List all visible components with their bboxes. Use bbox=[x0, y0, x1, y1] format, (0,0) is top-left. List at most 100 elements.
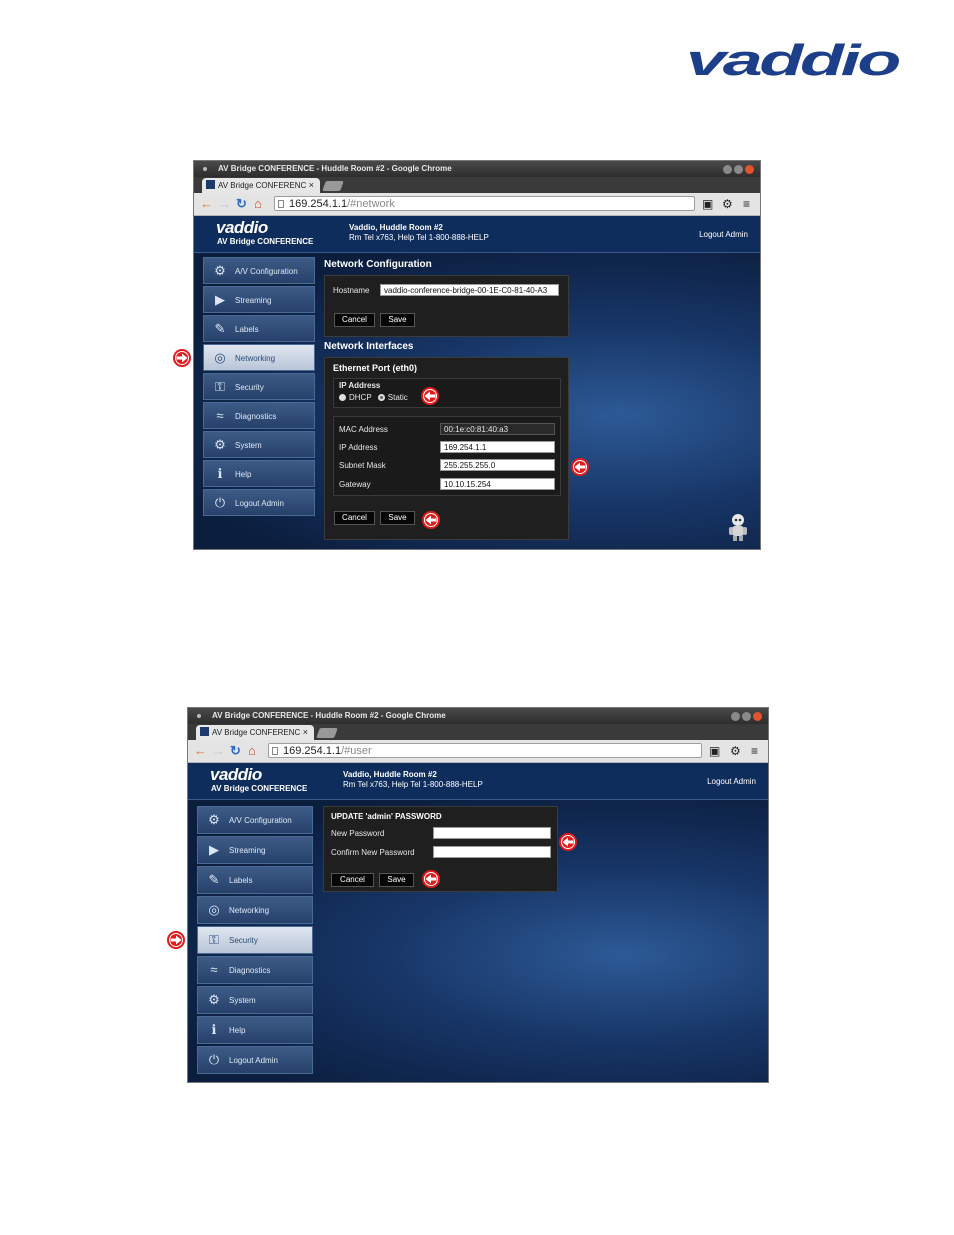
confirm-password-input[interactable] bbox=[433, 846, 551, 858]
extension-icon[interactable]: ▣ bbox=[702, 196, 713, 212]
password-cancel-button[interactable]: Cancel bbox=[331, 873, 374, 887]
network-interfaces-cancel-button[interactable]: Cancel bbox=[334, 511, 375, 525]
sidebar-item-label: Help bbox=[229, 1026, 246, 1035]
ip-mode-radios: DHCP Static bbox=[339, 393, 408, 402]
address-bar[interactable]: 169.254.1.1/#user bbox=[268, 743, 702, 758]
tab-close-icon[interactable]: × bbox=[309, 178, 314, 193]
sidebar-item-label: Logout Admin bbox=[235, 499, 284, 508]
menu-icon[interactable]: ≡ bbox=[751, 743, 758, 759]
sidebar-item-label: Diagnostics bbox=[229, 966, 271, 975]
security-icon: ⚿ bbox=[215, 379, 225, 394]
network-config-save-button[interactable]: Save bbox=[380, 313, 415, 327]
close-window-icon[interactable] bbox=[753, 712, 762, 721]
sidebar-item-streaming[interactable]: ▶ Streaming bbox=[197, 836, 313, 864]
address-bar[interactable]: 169.254.1.1/#network bbox=[274, 196, 695, 211]
browser-tab[interactable]: AV Bridge CONFERENC × bbox=[196, 725, 314, 740]
gear-icon[interactable]: ⚙ bbox=[730, 743, 741, 759]
reload-icon[interactable]: ↻ bbox=[236, 196, 247, 212]
diagnostics-icon: ≈ bbox=[210, 962, 218, 977]
window-menu-icon[interactable] bbox=[203, 167, 207, 171]
sidebar-item-security[interactable]: ⚿ Security bbox=[203, 373, 315, 400]
gateway-input[interactable]: 10.10.15.254 bbox=[440, 478, 555, 490]
sidebar-item-labels[interactable]: ✎ Labels bbox=[197, 866, 313, 894]
forward-arrow-icon[interactable]: → bbox=[218, 196, 231, 212]
home-icon[interactable]: ⌂ bbox=[254, 196, 262, 212]
sidebar-item-logout[interactable]: ⏻ Logout Admin bbox=[197, 1046, 313, 1074]
ip-address-group: IP Address DHCP Static bbox=[333, 378, 561, 408]
sidebar-item-av-configuration[interactable]: ⚙ A/V Configuration bbox=[203, 257, 315, 284]
gear-icon[interactable]: ⚙ bbox=[722, 196, 733, 212]
vaddio-logo: vaddio bbox=[686, 40, 900, 84]
url-host: 169.254.1.1 bbox=[283, 745, 342, 757]
browser-tab[interactable]: AV Bridge CONFERENC × bbox=[202, 178, 320, 193]
callout-arrow-right-networking bbox=[172, 348, 192, 368]
password-save-button[interactable]: Save bbox=[379, 873, 414, 887]
network-interfaces-save-button[interactable]: Save bbox=[380, 511, 415, 525]
tab-favicon-icon bbox=[206, 180, 215, 189]
tab-label: AV Bridge CONFERENC bbox=[218, 181, 307, 190]
reload-icon[interactable]: ↻ bbox=[230, 743, 241, 759]
window-menu-icon[interactable] bbox=[197, 714, 201, 718]
network-interfaces-panel: Ethernet Port (eth0) IP Address DHCP Sta… bbox=[324, 357, 569, 540]
sidebar-item-security[interactable]: ⚿ Security bbox=[197, 926, 313, 954]
logout-link[interactable]: Logout Admin bbox=[699, 230, 748, 239]
sidebar-nav: ⚙ A/V Configuration ▶ Streaming ✎ Labels ◎ N… bbox=[203, 257, 315, 518]
hostname-input[interactable]: vaddio-conference-bridge-00-1E-C0-81-40-… bbox=[380, 284, 559, 296]
static-radio[interactable] bbox=[377, 394, 385, 401]
sidebar-item-system[interactable]: ⚙ System bbox=[197, 986, 313, 1014]
mac-address-label: MAC Address bbox=[339, 425, 388, 434]
tab-favicon-icon bbox=[200, 727, 209, 736]
sidebar-item-streaming[interactable]: ▶ Streaming bbox=[203, 286, 315, 313]
interface-fields-group: MAC Address 00:1e:c0:81:40:a3 IP Address… bbox=[333, 416, 561, 496]
sidebar-item-diagnostics[interactable]: ≈ Diagnostics bbox=[197, 956, 313, 984]
app-brand-logo: vaddio bbox=[216, 218, 268, 237]
sidebar-item-label: Security bbox=[235, 383, 264, 392]
minimize-icon[interactable] bbox=[731, 712, 740, 721]
sidebar-item-system[interactable]: ⚙ System bbox=[203, 431, 315, 458]
av-configuration-icon: ⚙ bbox=[214, 263, 226, 278]
home-icon[interactable]: ⌂ bbox=[248, 743, 256, 759]
sidebar-item-label: Security bbox=[229, 936, 258, 945]
dhcp-radio[interactable] bbox=[339, 394, 346, 401]
sidebar-item-labels[interactable]: ✎ Labels bbox=[203, 315, 315, 342]
tab-close-icon[interactable]: × bbox=[303, 725, 308, 740]
menu-icon[interactable]: ≡ bbox=[743, 196, 750, 212]
subnet-mask-input[interactable]: 255.255.255.0 bbox=[440, 459, 555, 471]
networking-icon: ◎ bbox=[214, 350, 226, 365]
window-titlebar: AV Bridge CONFERENCE - Huddle Room #2 - … bbox=[188, 708, 768, 724]
minimize-icon[interactable] bbox=[723, 165, 732, 174]
confirm-password-label: Confirm New Password bbox=[331, 848, 415, 857]
sidebar-item-help[interactable]: ℹ Help bbox=[197, 1016, 313, 1044]
sidebar-item-label: Logout Admin bbox=[229, 1056, 278, 1065]
gateway-label: Gateway bbox=[339, 480, 371, 489]
help-icon: ℹ bbox=[217, 466, 223, 481]
app-header: vaddio AV Bridge CONFERENCE Vaddio, Hudd… bbox=[194, 216, 760, 253]
sidebar-item-networking[interactable]: ◎ Networking bbox=[197, 896, 313, 924]
sidebar-item-diagnostics[interactable]: ≈ Diagnostics bbox=[203, 402, 315, 429]
app-content: ⚙ A/V Configuration ▶ Streaming ✎ Labels ◎ N… bbox=[188, 800, 768, 1082]
sidebar-item-logout[interactable]: ⏻ Logout Admin bbox=[203, 489, 315, 516]
maximize-icon[interactable] bbox=[734, 165, 743, 174]
sidebar-item-networking[interactable]: ◎ Networking bbox=[203, 344, 315, 371]
back-arrow-icon[interactable]: ← bbox=[194, 743, 207, 759]
update-password-title: UPDATE 'admin' PASSWORD bbox=[331, 812, 442, 821]
new-tab-button[interactable] bbox=[316, 728, 338, 738]
new-password-input[interactable] bbox=[433, 827, 551, 839]
sidebar-item-help[interactable]: ℹ Help bbox=[203, 460, 315, 487]
browser-window-security: AV Bridge CONFERENCE - Huddle Room #2 - … bbox=[188, 708, 768, 1082]
network-config-cancel-button[interactable]: Cancel bbox=[334, 313, 375, 327]
ip-address-input[interactable]: 169.254.1.1 bbox=[440, 441, 555, 453]
close-window-icon[interactable] bbox=[745, 165, 754, 174]
sidebar-item-av-configuration[interactable]: ⚙ A/V Configuration bbox=[197, 806, 313, 834]
logout-link[interactable]: Logout Admin bbox=[707, 777, 756, 786]
sidebar-item-label: System bbox=[229, 996, 256, 1005]
maximize-icon[interactable] bbox=[742, 712, 751, 721]
callout-arrow-left-password-fields bbox=[558, 832, 578, 852]
new-tab-button[interactable] bbox=[322, 181, 344, 191]
window-title: AV Bridge CONFERENCE - Huddle Room #2 - … bbox=[218, 164, 452, 173]
extension-icon[interactable]: ▣ bbox=[709, 743, 720, 759]
forward-arrow-icon[interactable]: → bbox=[212, 743, 225, 759]
robot-mascot-icon bbox=[729, 514, 747, 541]
back-arrow-icon[interactable]: ← bbox=[200, 196, 213, 212]
product-name: AV Bridge CONFERENCE bbox=[211, 784, 308, 793]
